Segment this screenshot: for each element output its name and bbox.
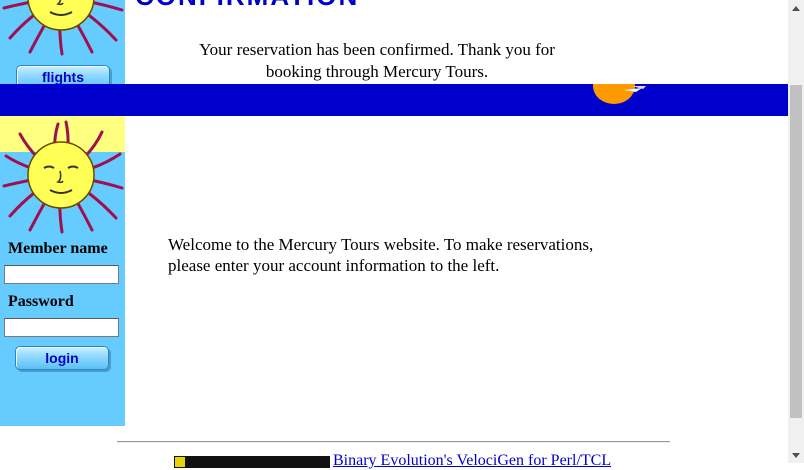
password-input[interactable]: [4, 318, 119, 337]
sun-logo-icon: [0, 116, 125, 234]
header-stripe: [0, 84, 788, 116]
scroll-down-icon[interactable]: [788, 447, 804, 463]
login-button[interactable]: login: [15, 346, 109, 370]
scroll-up-icon[interactable]: [788, 0, 804, 16]
page-heading: CONFIRMATION: [135, 0, 435, 8]
footer-divider: [117, 441, 670, 443]
member-name-input[interactable]: [4, 265, 119, 284]
scrollbar-thumb[interactable]: [790, 85, 802, 418]
member-name-label: Member name: [8, 240, 108, 257]
password-label: Password: [8, 293, 74, 310]
confirmation-message: Your reservation has been confirmed. Tha…: [199, 40, 555, 81]
welcome-message: Welcome to the Mercury Tours website. To…: [168, 235, 594, 275]
plane-logo-icon: [588, 84, 658, 104]
velocigen-badge-icon[interactable]: [174, 456, 330, 468]
vertical-scrollbar[interactable]: [788, 0, 804, 463]
sun-logo-icon: [0, 0, 125, 56]
velocigen-link[interactable]: Binary Evolution's VelociGen for Perl/TC…: [333, 452, 611, 470]
